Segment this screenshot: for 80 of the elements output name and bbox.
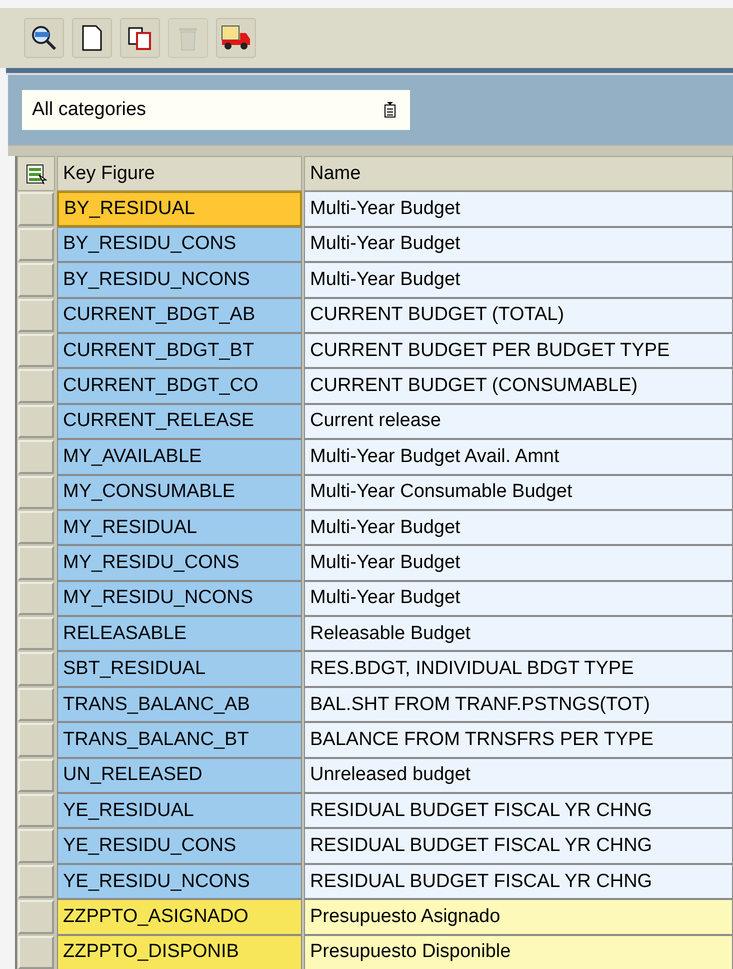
select-all-button[interactable]: [17, 156, 55, 192]
row-selector[interactable]: [18, 617, 54, 650]
document-icon: [81, 25, 103, 51]
table-cell: ZZPPTO_ASIGNADO: [57, 899, 302, 935]
table-cell: RES.BDGT, INDIVIDUAL BDGT TYPE: [304, 651, 733, 687]
table-cell: RESIDUAL BUDGET FISCAL YR CHNG: [304, 828, 733, 864]
toolbar-button[interactable]: [72, 18, 112, 58]
row-selector[interactable]: [18, 864, 54, 898]
category-dropdown[interactable]: All categories: [22, 90, 410, 130]
table-cell: RESIDUAL BUDGET FISCAL YR CHNG: [304, 864, 733, 900]
table-cell: CURRENT_RELEASE: [57, 404, 302, 440]
table-cell: BAL.SHT FROM TRANF.PSTNGS(TOT): [304, 686, 733, 722]
row-selector[interactable]: [18, 723, 54, 757]
table-cell: RESIDUAL BUDGET FISCAL YR CHNG: [304, 793, 733, 828]
table-cell: TRANS_BALANC_BT: [57, 722, 302, 758]
table-cell: Presupuesto Asignado: [304, 899, 733, 935]
dropdown-icon: [384, 102, 396, 118]
truck-icon: [220, 24, 252, 52]
table-cell: CURRENT_BDGT_BT: [57, 332, 302, 368]
table-cell: Releasable Budget: [304, 616, 733, 652]
row-selector[interactable]: [18, 440, 54, 474]
row-selector[interactable]: [18, 334, 54, 368]
row-selector[interactable]: [18, 298, 54, 332]
table-cell: ZZPPTO_DISPONIB: [57, 934, 302, 969]
table-cell: UN_RELEASED: [57, 758, 302, 794]
table-cell: YE_RESIDUAL: [57, 793, 302, 828]
toolbar-button[interactable]: [216, 18, 256, 58]
row-selector[interactable]: [18, 936, 54, 969]
table-cell: Presupuesto Disponible: [304, 934, 733, 969]
table-cell: SBT_RESIDUAL: [57, 651, 302, 687]
row-selector[interactable]: [18, 263, 54, 297]
trash-icon: [177, 25, 199, 51]
row-selector[interactable]: [18, 652, 54, 686]
row-selector[interactable]: [18, 829, 54, 863]
table-cell: MY_RESIDUAL: [57, 510, 302, 546]
table-cell: CURRENT_BDGT_AB: [57, 298, 302, 333]
table-cell: Unreleased budget: [304, 758, 733, 794]
toolbar-button[interactable]: [120, 18, 160, 58]
table-cell: BY_RESIDUAL: [57, 191, 302, 227]
table-cell: MY_RESIDU_CONS: [57, 545, 302, 581]
table-cell: Multi-Year Budget: [304, 580, 733, 616]
table-cell: Multi-Year Budget: [304, 545, 733, 581]
table-cell: CURRENT_BDGT_CO: [57, 368, 302, 404]
search-icon: [30, 24, 58, 52]
row-selector[interactable]: [18, 794, 54, 828]
table-cell: Multi-Year Budget: [304, 262, 733, 298]
table-cell: MY_CONSUMABLE: [57, 474, 302, 510]
table-cell: Multi-Year Consumable Budget: [304, 474, 733, 510]
table-cell: Multi-Year Budget Avail. Amnt: [304, 439, 733, 475]
table-cell: Current release: [304, 404, 733, 440]
table-cell: CURRENT BUDGET (TOTAL): [304, 298, 733, 333]
table-cell: Multi-Year Budget: [304, 226, 733, 262]
column-header[interactable]: Name: [304, 156, 733, 192]
table-cell: BY_RESIDU_CONS: [57, 226, 302, 262]
layout-icon: [25, 162, 47, 185]
row-selector[interactable]: [18, 582, 54, 616]
row-selector[interactable]: [18, 510, 54, 544]
toolbar-button[interactable]: [24, 18, 64, 58]
table-cell: BY_RESIDU_NCONS: [57, 262, 302, 298]
table-cell: BALANCE FROM TRNSFRS PER TYPE: [304, 722, 733, 758]
table-cell: YE_RESIDU_NCONS: [57, 864, 302, 900]
table-cell: RELEASABLE: [57, 616, 302, 652]
row-selector[interactable]: [18, 546, 54, 580]
row-selector[interactable]: [18, 758, 54, 792]
copy-icon: [127, 25, 153, 51]
table-cell: CURRENT BUDGET PER BUDGET TYPE: [304, 332, 733, 368]
table-cell: Multi-Year Budget: [304, 510, 733, 546]
table-cell: Multi-Year Budget: [304, 191, 733, 227]
column-header[interactable]: Key Figure: [57, 156, 302, 192]
table-cell: MY_RESIDU_NCONS: [57, 580, 302, 616]
row-selector[interactable]: [18, 476, 54, 509]
row-selector[interactable]: [18, 900, 54, 934]
table-cell: TRANS_BALANC_AB: [57, 686, 302, 722]
table-cell: YE_RESIDU_CONS: [57, 828, 302, 864]
table-cell: CURRENT BUDGET (CONSUMABLE): [304, 368, 733, 404]
row-selector[interactable]: [18, 369, 54, 403]
row-selector[interactable]: [18, 404, 54, 438]
row-selector[interactable]: [18, 688, 54, 722]
row-selector[interactable]: [18, 228, 54, 262]
table-cell: MY_AVAILABLE: [57, 439, 302, 475]
